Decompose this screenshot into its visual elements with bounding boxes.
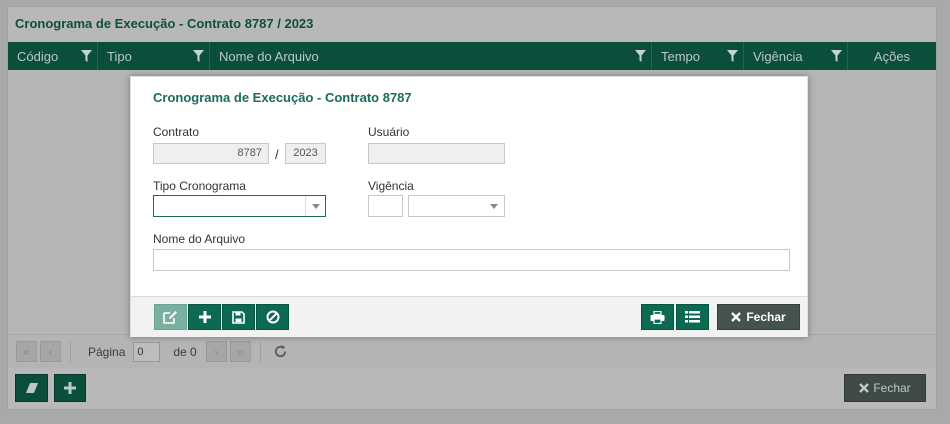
column-label: Ações bbox=[873, 48, 911, 64]
modal-footer: Fechar bbox=[131, 296, 807, 337]
contrato-number-field[interactable]: 8787 bbox=[153, 143, 269, 164]
grid-header: Código Tipo Nome do Arquivo Tempo Vigênc… bbox=[8, 42, 936, 70]
column-label: Tipo bbox=[107, 48, 132, 64]
column-label: Vigência bbox=[753, 48, 803, 64]
list-icon bbox=[685, 311, 700, 323]
page-input[interactable]: 0 bbox=[133, 341, 161, 362]
clear-button[interactable] bbox=[15, 374, 48, 402]
edit-icon bbox=[163, 311, 177, 324]
refresh-icon bbox=[275, 344, 287, 358]
modal-close-button[interactable]: Fechar bbox=[717, 304, 800, 330]
page-label: Página bbox=[88, 344, 126, 359]
column-acoes: Ações bbox=[848, 42, 936, 70]
nome-arquivo-field[interactable] bbox=[153, 249, 790, 271]
column-vigencia[interactable]: Vigência bbox=[744, 42, 848, 70]
background-title: Cronograma de Execução - Contrato 8787 /… bbox=[15, 16, 314, 31]
column-label: Tempo bbox=[661, 48, 701, 64]
next-page-button[interactable]: › bbox=[205, 341, 227, 362]
column-tipo[interactable]: Tipo bbox=[98, 42, 210, 70]
add-button[interactable] bbox=[54, 374, 86, 402]
save-button[interactable] bbox=[222, 304, 255, 330]
contrato-separator: / bbox=[275, 147, 279, 162]
column-tempo[interactable]: Tempo bbox=[652, 42, 744, 70]
funnel-icon[interactable] bbox=[81, 50, 92, 62]
funnel-icon[interactable] bbox=[193, 50, 204, 62]
column-codigo[interactable]: Código bbox=[8, 42, 98, 70]
vigencia-number-field[interactable] bbox=[368, 195, 403, 217]
background-close-label: Fechar bbox=[873, 381, 911, 395]
contrato-label: Contrato bbox=[153, 125, 200, 139]
pager-separator bbox=[259, 341, 261, 362]
background-footer: Fechar bbox=[8, 369, 936, 411]
tipo-dropdown-toggle[interactable] bbox=[305, 196, 325, 216]
print-button[interactable] bbox=[641, 304, 674, 330]
usuario-field[interactable] bbox=[368, 143, 505, 164]
funnel-icon[interactable] bbox=[831, 50, 842, 62]
pager-separator bbox=[70, 341, 71, 362]
close-x-icon bbox=[731, 312, 742, 322]
modal-close-label: Fechar bbox=[746, 310, 786, 324]
modal-title: Cronograma de Execução - Contrato 8787 bbox=[153, 90, 412, 105]
chevron-down-icon bbox=[311, 203, 320, 209]
usuario-label: Usuário bbox=[368, 125, 410, 139]
edit-button[interactable] bbox=[154, 304, 187, 330]
vigencia-label: Vigência bbox=[368, 179, 414, 193]
first-page-button[interactable]: « bbox=[16, 341, 37, 362]
save-icon bbox=[232, 310, 245, 324]
pager: « ‹ Página 0 de 0 › » bbox=[8, 334, 936, 368]
close-x-icon bbox=[859, 383, 870, 393]
tipo-cronograma-select[interactable] bbox=[153, 195, 326, 217]
chevron-down-icon bbox=[490, 203, 498, 209]
column-label: Código bbox=[17, 48, 59, 64]
tipo-cronograma-label: Tipo Cronograma bbox=[153, 179, 246, 193]
page-total: de 0 bbox=[173, 344, 197, 359]
vigencia-unit-select[interactable] bbox=[408, 195, 505, 217]
cancel-icon bbox=[266, 310, 279, 324]
plus-icon bbox=[198, 311, 211, 323]
list-button[interactable] bbox=[676, 304, 709, 330]
eraser-icon bbox=[25, 383, 38, 393]
refresh-button[interactable] bbox=[270, 341, 292, 363]
print-icon bbox=[650, 310, 665, 324]
first-page-icon: « bbox=[23, 344, 30, 359]
funnel-icon[interactable] bbox=[635, 50, 646, 62]
plus-icon bbox=[64, 382, 76, 394]
last-page-button[interactable]: » bbox=[229, 341, 251, 362]
background-close-button[interactable]: Fechar bbox=[844, 374, 926, 402]
funnel-icon[interactable] bbox=[727, 50, 738, 62]
prev-page-button[interactable]: ‹ bbox=[40, 341, 61, 362]
vigencia-dropdown-toggle[interactable] bbox=[484, 196, 504, 216]
cancel-button[interactable] bbox=[256, 304, 289, 330]
add-button[interactable] bbox=[188, 304, 221, 330]
cronograma-modal: Cronograma de Execução - Contrato 8787 C… bbox=[130, 76, 808, 337]
column-label: Nome do Arquivo bbox=[219, 48, 319, 64]
contrato-year-field[interactable]: 2023 bbox=[285, 143, 326, 164]
last-page-icon: » bbox=[236, 344, 244, 359]
nome-arquivo-label: Nome do Arquivo bbox=[153, 232, 246, 246]
next-page-icon: › bbox=[214, 344, 219, 359]
prev-page-icon: ‹ bbox=[48, 344, 53, 359]
column-nome-arquivo[interactable]: Nome do Arquivo bbox=[210, 42, 652, 70]
